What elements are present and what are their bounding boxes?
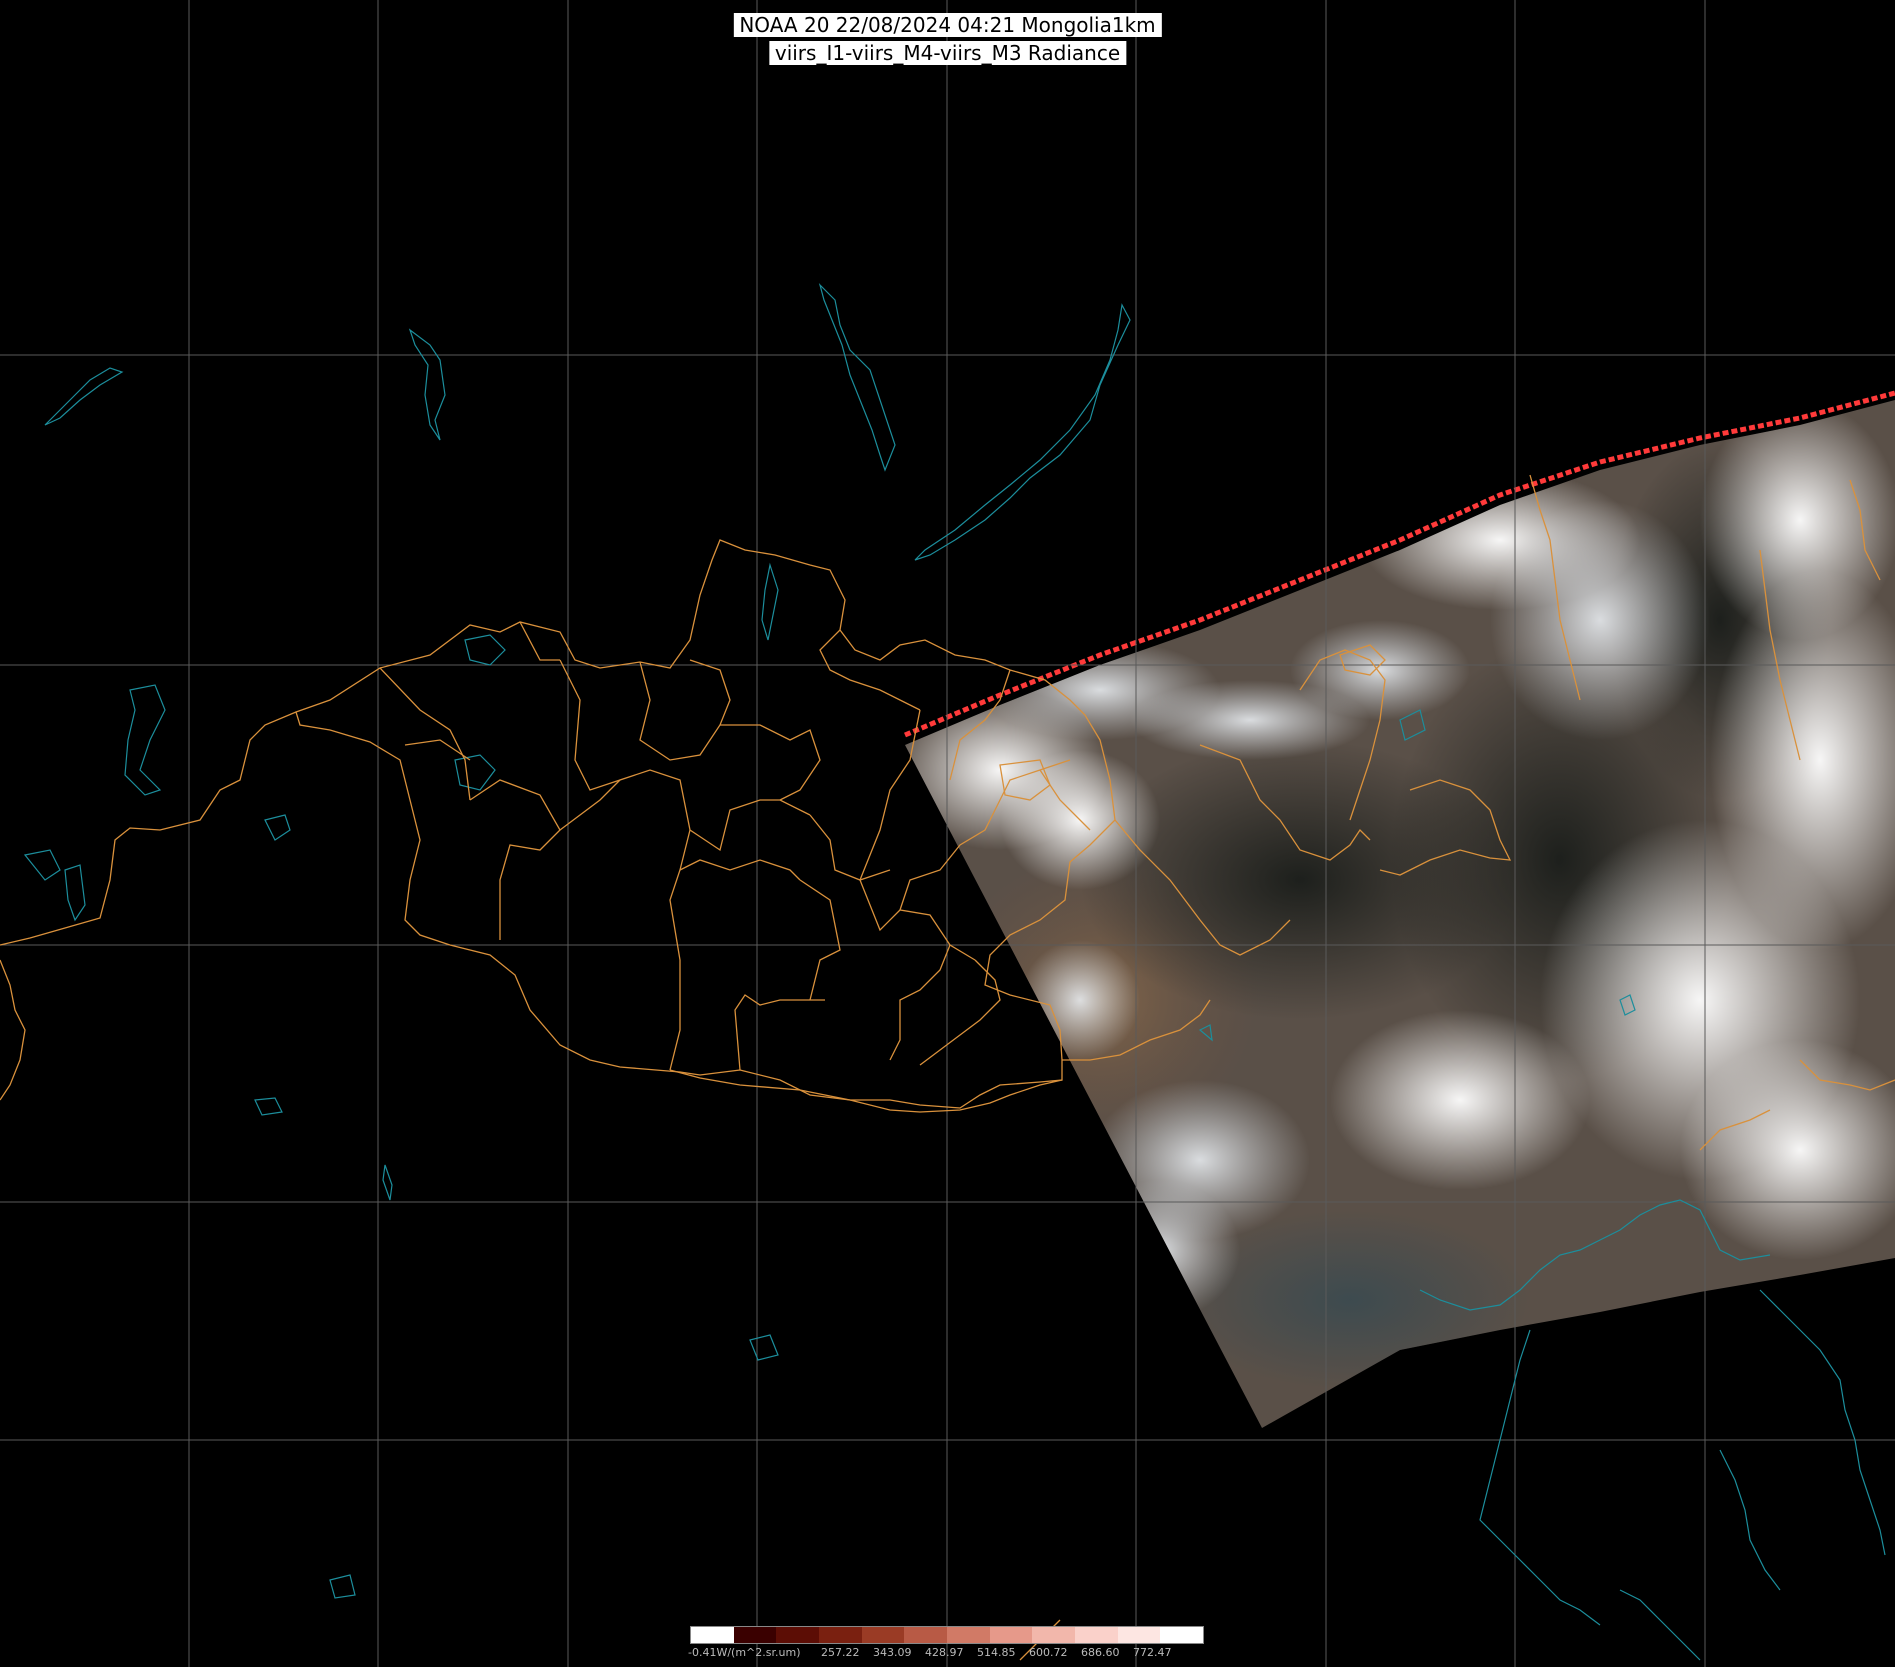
river-angara [818, 282, 896, 472]
lake-khyargas [264, 814, 291, 841]
colorbar-segment [776, 1627, 820, 1643]
satellite-map [0, 0, 1895, 1667]
colorbar-tick: 514.85 [977, 1646, 1016, 1659]
province-line-17 [859, 709, 921, 881]
map-title: NOAA 20 22/08/2024 04:21 Mongolia1km [733, 13, 1162, 37]
lake-south-1 [254, 1097, 283, 1116]
colorbar-segment [819, 1627, 862, 1643]
river-west [44, 367, 124, 426]
colorbar-legend: -0.41W/(m^2.sr.um) 257.22 343.09 428.97 … [688, 1626, 1204, 1662]
province-line-13 [734, 994, 825, 1071]
satellite-swath [904, 390, 1895, 1428]
province-line-6 [519, 621, 560, 661]
colorbar-segment [947, 1627, 990, 1643]
colorbar-segment [1117, 1627, 1161, 1643]
lake-west-1 [124, 684, 166, 796]
colorbar-segment [904, 1627, 948, 1643]
province-line-11 [809, 814, 891, 881]
kazakh-border [0, 959, 26, 1101]
province-line-14 [859, 879, 976, 961]
lake-uvs [464, 634, 506, 666]
lake-west-2 [23, 849, 61, 881]
province-line-4 [559, 769, 811, 852]
coastline-korea-west [1719, 1449, 1781, 1591]
province-line-16 [819, 629, 921, 711]
map-subtitle: viirs_I1-viirs_M4-viirs_M3 Radiance [768, 41, 1127, 65]
colorbar-tick: 686.60 [1081, 1646, 1120, 1659]
china-border-south [669, 1069, 1063, 1113]
colorbar-tick: 600.72 [1029, 1646, 1068, 1659]
lake-achit [454, 754, 496, 791]
colorbar-segment [1075, 1627, 1118, 1643]
lake-bottom-1 [329, 1574, 356, 1599]
colorbar-segment [989, 1627, 1033, 1643]
colorbar-strip [690, 1626, 1204, 1644]
lake-south-2 [382, 1164, 393, 1201]
province-line-5 [559, 659, 621, 791]
colorbar-segment [861, 1627, 905, 1643]
province-line-18 [889, 944, 951, 1061]
coastline-south-bay [1619, 1589, 1701, 1661]
province-line-12 [799, 879, 841, 1001]
colorbar-unit-label: -0.41W/(m^2.sr.um) [688, 1646, 801, 1659]
colorbar-tick: 772.47 [1133, 1646, 1172, 1659]
lake-south-3 [749, 1334, 779, 1361]
lake-west-3 [64, 864, 86, 922]
colorbar-segment [1160, 1627, 1204, 1643]
province-line-8 [720, 724, 821, 801]
colorbar-segment [691, 1627, 734, 1643]
coastline-korea [1759, 1289, 1886, 1556]
colorbar-segment [1032, 1627, 1076, 1643]
colorbar-tick: 343.09 [873, 1646, 912, 1659]
province-line-19 [919, 959, 1001, 1066]
colorbar-tick: 257.22 [821, 1646, 860, 1659]
province-line-7 [639, 659, 731, 761]
province-line-3 [469, 779, 561, 940]
reservoir-north [408, 328, 446, 441]
colorbar-labels: -0.41W/(m^2.sr.um) 257.22 343.09 428.97 … [688, 1646, 1210, 1660]
province-line-10 [679, 859, 801, 881]
colorbar-segment [733, 1627, 777, 1643]
coastline-yellow-sea [1479, 1329, 1601, 1626]
colorbar-tick: 428.97 [925, 1646, 964, 1659]
province-line-1 [379, 667, 471, 801]
lake-khovsgol [761, 562, 779, 641]
